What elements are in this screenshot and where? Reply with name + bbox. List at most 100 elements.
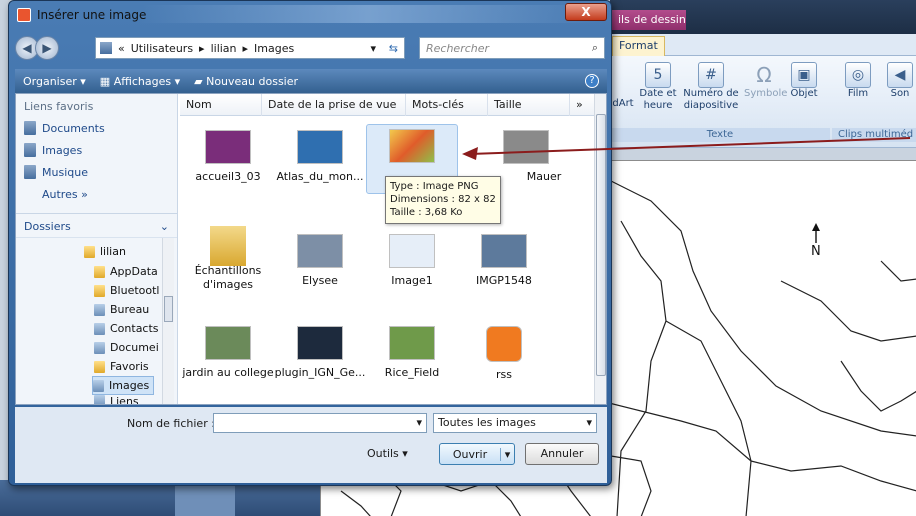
organize-button[interactable]: Organiser ▾ xyxy=(23,75,86,88)
favorites-icon xyxy=(94,360,105,373)
refresh-icon[interactable]: ⇆ xyxy=(389,42,398,55)
file-name: rss xyxy=(496,368,512,381)
column-headers: Nom Date de la prise de vue Mots-clés Ta… xyxy=(180,93,594,116)
tree-item-lilian[interactable]: lilian xyxy=(84,242,126,261)
forward-button[interactable]: ▶ xyxy=(35,36,59,60)
tree-scrollbar[interactable] xyxy=(162,238,174,404)
nav-item-documents[interactable]: Documents xyxy=(16,117,177,139)
chevron-down-icon[interactable]: ▾ xyxy=(416,416,422,429)
file-name: Image1 xyxy=(391,274,433,287)
help-icon[interactable]: ? xyxy=(585,74,599,88)
search-input[interactable]: Rechercher ⌕ xyxy=(419,37,605,59)
tree-label: Contacts xyxy=(110,322,159,335)
file-item[interactable]: IMGP1548 xyxy=(458,230,550,300)
search-icon[interactable]: ⌕ xyxy=(592,41,598,55)
folder-item[interactable]: Échantillons d'images xyxy=(182,222,274,302)
images-icon xyxy=(24,143,36,157)
file-item[interactable]: Elysee xyxy=(274,230,366,300)
documents-icon xyxy=(24,121,36,135)
tree-label: Liens xyxy=(110,395,139,404)
file-name: Échantillons d'images xyxy=(194,264,262,291)
file-name: accueil3_03 xyxy=(195,170,261,183)
folder-icon xyxy=(210,226,246,266)
file-scroll-thumb[interactable] xyxy=(596,114,606,376)
search-placeholder: Rechercher xyxy=(426,41,490,55)
column-name[interactable]: Nom xyxy=(180,93,262,116)
image-thumbnail xyxy=(481,234,527,268)
slide-number-icon: # xyxy=(698,62,724,88)
new-folder-button[interactable]: ▰ Nouveau dossier xyxy=(194,75,298,88)
more-links[interactable]: Autres » xyxy=(16,183,177,205)
file-name: plugin_IGN_Ge... xyxy=(274,366,366,379)
file-scrollbar[interactable] xyxy=(594,94,606,404)
tree-item-appdata[interactable]: AppData xyxy=(94,262,158,281)
tree-item-documents[interactable]: Documei xyxy=(94,338,159,357)
tab-format[interactable]: Format xyxy=(612,36,665,56)
tree-item-liens[interactable]: Liens xyxy=(94,395,139,404)
ribbon-item-wordart[interactable]: dArt xyxy=(610,62,636,110)
views-button[interactable]: ▦ Affichages ▾ xyxy=(100,75,180,88)
ribbon-item-film[interactable]: ◎ Film xyxy=(838,62,878,100)
dialog-titlebar[interactable]: Insérer une image xyxy=(17,3,597,27)
file-item[interactable]: jardin au college xyxy=(182,322,274,392)
open-dropdown-icon[interactable]: ▾ xyxy=(500,447,514,461)
ribbon-item-date-time[interactable]: 5 Date et heure xyxy=(638,62,678,112)
ribbon-item-object[interactable]: ▣ Objet xyxy=(786,62,822,100)
file-tooltip: Type : Image PNG Dimensions : 82 x 82 Ta… xyxy=(385,176,501,224)
image-thumbnail xyxy=(297,130,343,164)
film-icon: ◎ xyxy=(845,62,871,88)
file-item[interactable]: rss xyxy=(458,322,550,392)
dialog-body: Liens favoris Documents Images Musique A… xyxy=(15,93,607,405)
tree-item-bluetooth[interactable]: Bluetootl xyxy=(94,281,159,300)
open-button[interactable]: Ouvrir ▾ xyxy=(439,443,515,465)
nav-label: Musique xyxy=(42,165,88,179)
dialog-title: Insérer une image xyxy=(37,8,147,22)
file-item[interactable]: plugin_IGN_Ge... xyxy=(274,322,366,392)
breadcrumb-images[interactable]: Images xyxy=(254,42,294,55)
breadcrumb-separator-icon: ▸ xyxy=(242,41,249,55)
folder-location-icon xyxy=(100,42,112,54)
close-button[interactable]: X xyxy=(565,3,607,21)
nav-item-music[interactable]: Musique xyxy=(16,161,177,183)
ribbon-label-symbol: Symbole xyxy=(744,88,788,99)
desktop-icon xyxy=(94,303,105,316)
address-dropdown-icon[interactable]: ▾ xyxy=(370,42,376,55)
file-item[interactable]: accueil3_03 xyxy=(182,126,274,196)
address-bar[interactable]: « Utilisateurs ▸ lilian ▸ Images ▾ ⇆ xyxy=(95,37,405,59)
cancel-button[interactable]: Annuler xyxy=(525,443,599,465)
tree-scroll-thumb[interactable] xyxy=(164,296,173,322)
ribbon-item-sound[interactable]: ◀ Son xyxy=(884,62,916,100)
contextual-tab-drawing-tools[interactable]: ils de dessin xyxy=(612,10,686,30)
tree-item-bureau[interactable]: Bureau xyxy=(94,300,149,319)
ribbon-item-symbol[interactable]: Ω Symbole xyxy=(744,62,788,100)
filename-input[interactable]: ▾ xyxy=(213,413,427,433)
breadcrumb-prefix: « xyxy=(118,41,125,55)
tools-menu[interactable]: Outils ▾ xyxy=(367,447,408,460)
tree-item-favoris[interactable]: Favoris xyxy=(94,357,149,376)
file-item[interactable]: Rice_Field xyxy=(366,322,458,392)
tree-label: Images xyxy=(109,379,150,392)
insert-image-dialog: Insérer une image X ◀ ▶ « Utilisateurs ▸… xyxy=(8,0,612,486)
tree-label: AppData xyxy=(110,265,158,278)
column-date[interactable]: Date de la prise de vue xyxy=(262,93,406,116)
folders-header[interactable]: Dossiers ⌄ xyxy=(16,213,177,237)
column-keywords[interactable]: Mots-clés xyxy=(406,93,488,116)
file-type-select[interactable]: Toutes les images ▾ xyxy=(433,413,597,433)
tree-item-images-selected[interactable]: Images xyxy=(92,376,155,395)
favorites-header: Liens favoris xyxy=(24,100,94,113)
file-name: Elysee xyxy=(302,274,338,287)
tree-item-contacts[interactable]: Contacts xyxy=(94,319,159,338)
open-label: Ouvrir xyxy=(452,447,488,461)
breadcrumb-utilisateurs[interactable]: Utilisateurs xyxy=(131,42,193,55)
nav-item-images[interactable]: Images xyxy=(16,139,177,161)
ribbon-item-slide-number[interactable]: # Numéro de diapositive xyxy=(680,62,742,112)
more-columns-icon[interactable]: » xyxy=(570,94,594,116)
image-thumbnail xyxy=(205,326,251,360)
sound-icon: ◀ xyxy=(887,62,913,88)
file-item[interactable]: Image1 xyxy=(366,230,458,300)
column-size[interactable]: Taille xyxy=(488,93,570,116)
file-item[interactable]: Atlas_du_mon... xyxy=(274,126,366,196)
screen: ils de dessin Format dArt 5 Date et heur… xyxy=(0,0,916,516)
breadcrumb-lilian[interactable]: lilian xyxy=(211,42,237,55)
folders-label: Dossiers xyxy=(24,220,71,233)
